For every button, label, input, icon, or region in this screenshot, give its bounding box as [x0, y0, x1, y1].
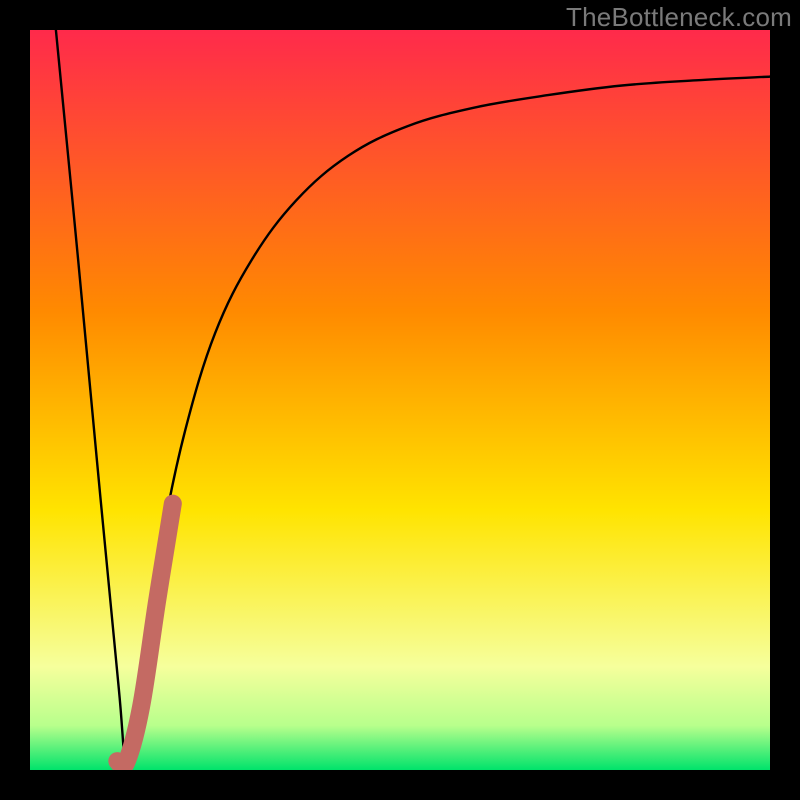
chart-frame: { "watermark": "TheBottleneck.com", "col…: [0, 0, 800, 800]
bottleneck-chart: [0, 0, 800, 800]
watermark-text: TheBottleneck.com: [566, 2, 792, 33]
